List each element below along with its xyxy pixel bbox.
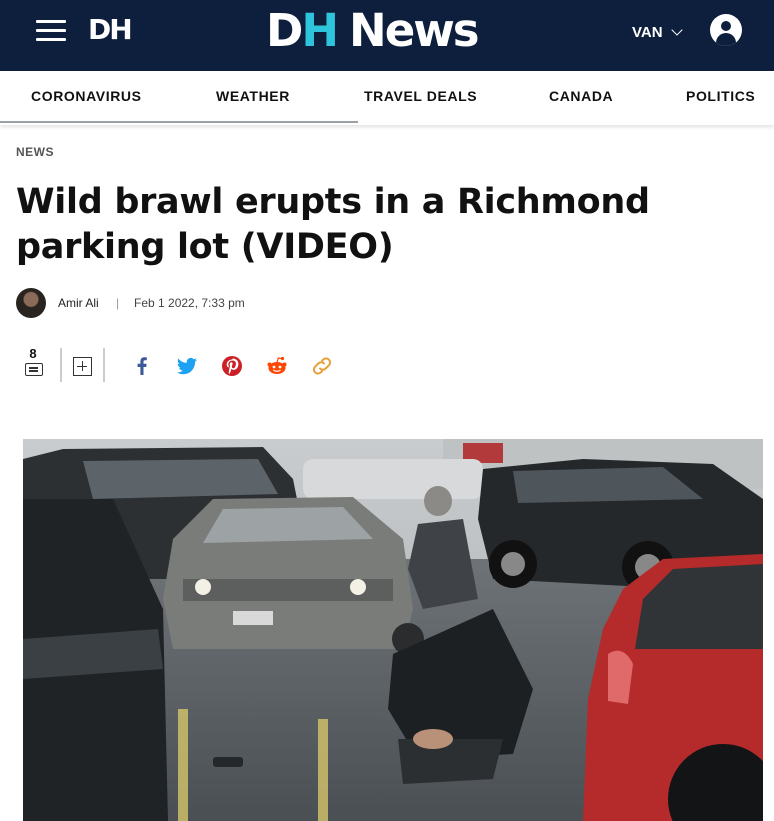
author-avatar[interactable] (16, 288, 46, 318)
article-headline: Wild brawl erupts in a Richmond parking … (16, 182, 650, 267)
reddit-icon[interactable] (265, 354, 289, 378)
hamburger-menu-icon[interactable] (36, 18, 66, 42)
byline-separator: | (116, 296, 120, 310)
nav-scroll-indicator (0, 121, 358, 123)
share-divider (103, 348, 105, 382)
brand-logo-h: H (301, 4, 339, 57)
add-bookmark-icon[interactable] (73, 357, 92, 376)
brand-logo-news: News (349, 4, 480, 57)
region-selector[interactable]: VAN (632, 24, 683, 41)
byline: Amir Ali | Feb 1 2022, 7:33 pm (16, 288, 416, 318)
article-lead-photo[interactable] (23, 439, 763, 821)
nav-item-canada[interactable]: CANADA (549, 88, 613, 104)
section-logo[interactable]: DH (88, 13, 133, 46)
twitter-icon[interactable] (175, 354, 199, 378)
chevron-down-icon (670, 24, 683, 36)
comments-button[interactable]: 8 (22, 346, 46, 382)
nav-item-travel-deals[interactable]: TRAVEL DEALS (364, 88, 477, 104)
brand-logo[interactable]: DH News (266, 4, 480, 57)
article-category[interactable]: NEWS (16, 145, 54, 159)
comment-count: 8 (29, 346, 37, 361)
link-icon[interactable] (310, 354, 334, 378)
site-header: DH DH News VAN (0, 0, 774, 71)
author-name[interactable]: Amir Ali (58, 296, 99, 310)
user-account-icon[interactable] (710, 14, 742, 46)
region-label: VAN (632, 24, 663, 41)
facebook-icon[interactable] (130, 354, 154, 378)
nav-item-coronavirus[interactable]: CORONAVIRUS (31, 88, 142, 104)
share-divider (60, 348, 62, 382)
pinterest-icon[interactable] (220, 354, 244, 378)
brand-logo-d: D (266, 4, 303, 57)
nav-item-weather[interactable]: WEATHER (216, 88, 290, 104)
parking-lot-scene (23, 439, 763, 821)
publish-date: Feb 1 2022, 7:33 pm (134, 296, 245, 310)
nav-item-politics[interactable]: POLITICS (686, 88, 755, 104)
comment-icon (25, 363, 43, 376)
category-nav: CORONAVIRUS WEATHER TRAVEL DEALS CANADA … (0, 71, 774, 125)
